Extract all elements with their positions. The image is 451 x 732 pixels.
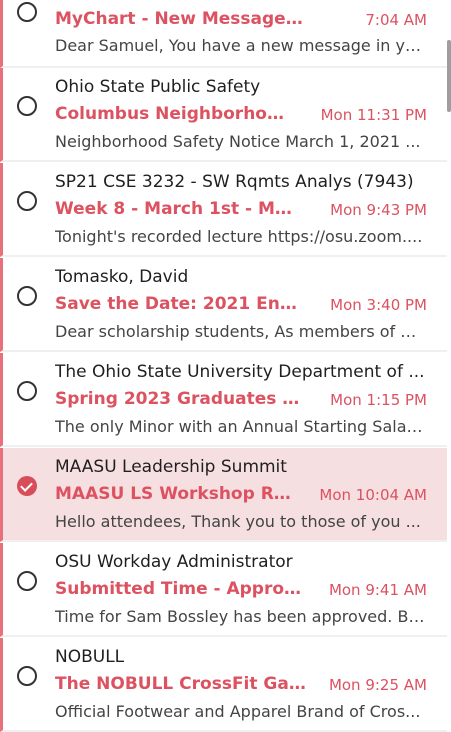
message-item-osu-workday[interactable]: OSU Workday Administrator Submitted Time… [0,543,447,637]
message-subject: MyChart - New Message [***mes... [55,9,305,29]
message-time: Mon 9:41 AM [328,581,427,599]
select-radio-button[interactable] [17,571,37,591]
scrollbar-thumb[interactable] [447,40,451,112]
message-preview: Hello attendees, Thank you to those of y… [55,512,421,531]
message-sender: SP21 CSE 3232 - SW Rqmts Analys (7943) [55,172,414,192]
select-radio-button[interactable] [17,286,37,306]
message-preview: The only Minor with an Annual Starting S… [55,417,425,436]
message-time: 7:04 AM [365,11,427,29]
message-sender: The Ohio State University Department of … [55,362,425,382]
message-subject: Submitted Time - Approved [55,579,305,599]
message-preview: Dear scholarship students, As members of… [55,322,425,341]
message-item-cse-3232[interactable]: SP21 CSE 3232 - SW Rqmts Analys (7943) W… [0,163,447,257]
message-sender: Tomasko, David [55,267,189,287]
message-subject: Week 8 - March 1st - Mid Ter... [55,199,295,219]
message-item-mychart[interactable]: MyChart - New Message [***mes... 7:04 AM… [0,0,447,68]
message-sender: NOBULL [55,647,125,667]
message-time: Mon 3:40 PM [330,296,427,314]
message-list: MyChart - New Message [***mes... 7:04 AM… [0,0,447,732]
message-sender: Ohio State Public Safety [55,77,261,97]
message-time: Mon 11:31 PM [320,106,427,124]
message-item-nobull[interactable]: NOBULL The NOBULL CrossFit Games® Mon 9:… [0,638,447,732]
message-preview: Tonight's recorded lecture https://osu.z… [55,227,423,246]
message-subject: MAASU LS Workshop Regis... [55,484,297,504]
message-item-osu-department[interactable]: The Ohio State University Department of … [0,353,447,447]
select-radio-button[interactable] [17,96,37,116]
message-preview: Dear Samuel, You have a new message in y… [55,36,425,55]
message-time: Mon 10:04 AM [319,486,427,504]
select-radio-button[interactable] [17,381,37,401]
message-time: Mon 9:43 PM [330,201,427,219]
message-preview: Time for Sam Bossley has been approved. … [55,607,425,626]
message-item-maasu-leadership-summit[interactable]: MAASU Leadership Summit MAASU LS Worksho… [0,448,447,542]
message-subject: Columbus Neighborhood S... [55,104,285,124]
message-time: Mon 9:25 AM [328,676,427,694]
message-subject: Save the Date: 2021 Engineer... [55,294,307,314]
select-radio-button[interactable] [17,666,37,686]
message-preview: Official Footwear and Apparel Brand of C… [55,702,421,721]
message-time: Mon 1:15 PM [330,391,427,409]
message-sender: OSU Workday Administrator [55,552,293,572]
message-item-tomasko-david[interactable]: Tomasko, David Save the Date: 2021 Engin… [0,258,447,352]
scrollbar[interactable] [447,0,451,723]
select-radio-button[interactable] [17,2,37,22]
message-subject: Spring 2023 Graduates Sum... [55,389,305,409]
select-radio-button[interactable] [17,191,37,211]
message-sender: MAASU Leadership Summit [55,457,287,477]
message-preview: Neighborhood Safety Notice March 1, 2021… [55,132,421,151]
message-item-ohio-state-public-safety[interactable]: Ohio State Public Safety Columbus Neighb… [0,68,447,162]
message-subject: The NOBULL CrossFit Games® [55,674,310,694]
select-radio-button-checked[interactable] [17,476,37,496]
